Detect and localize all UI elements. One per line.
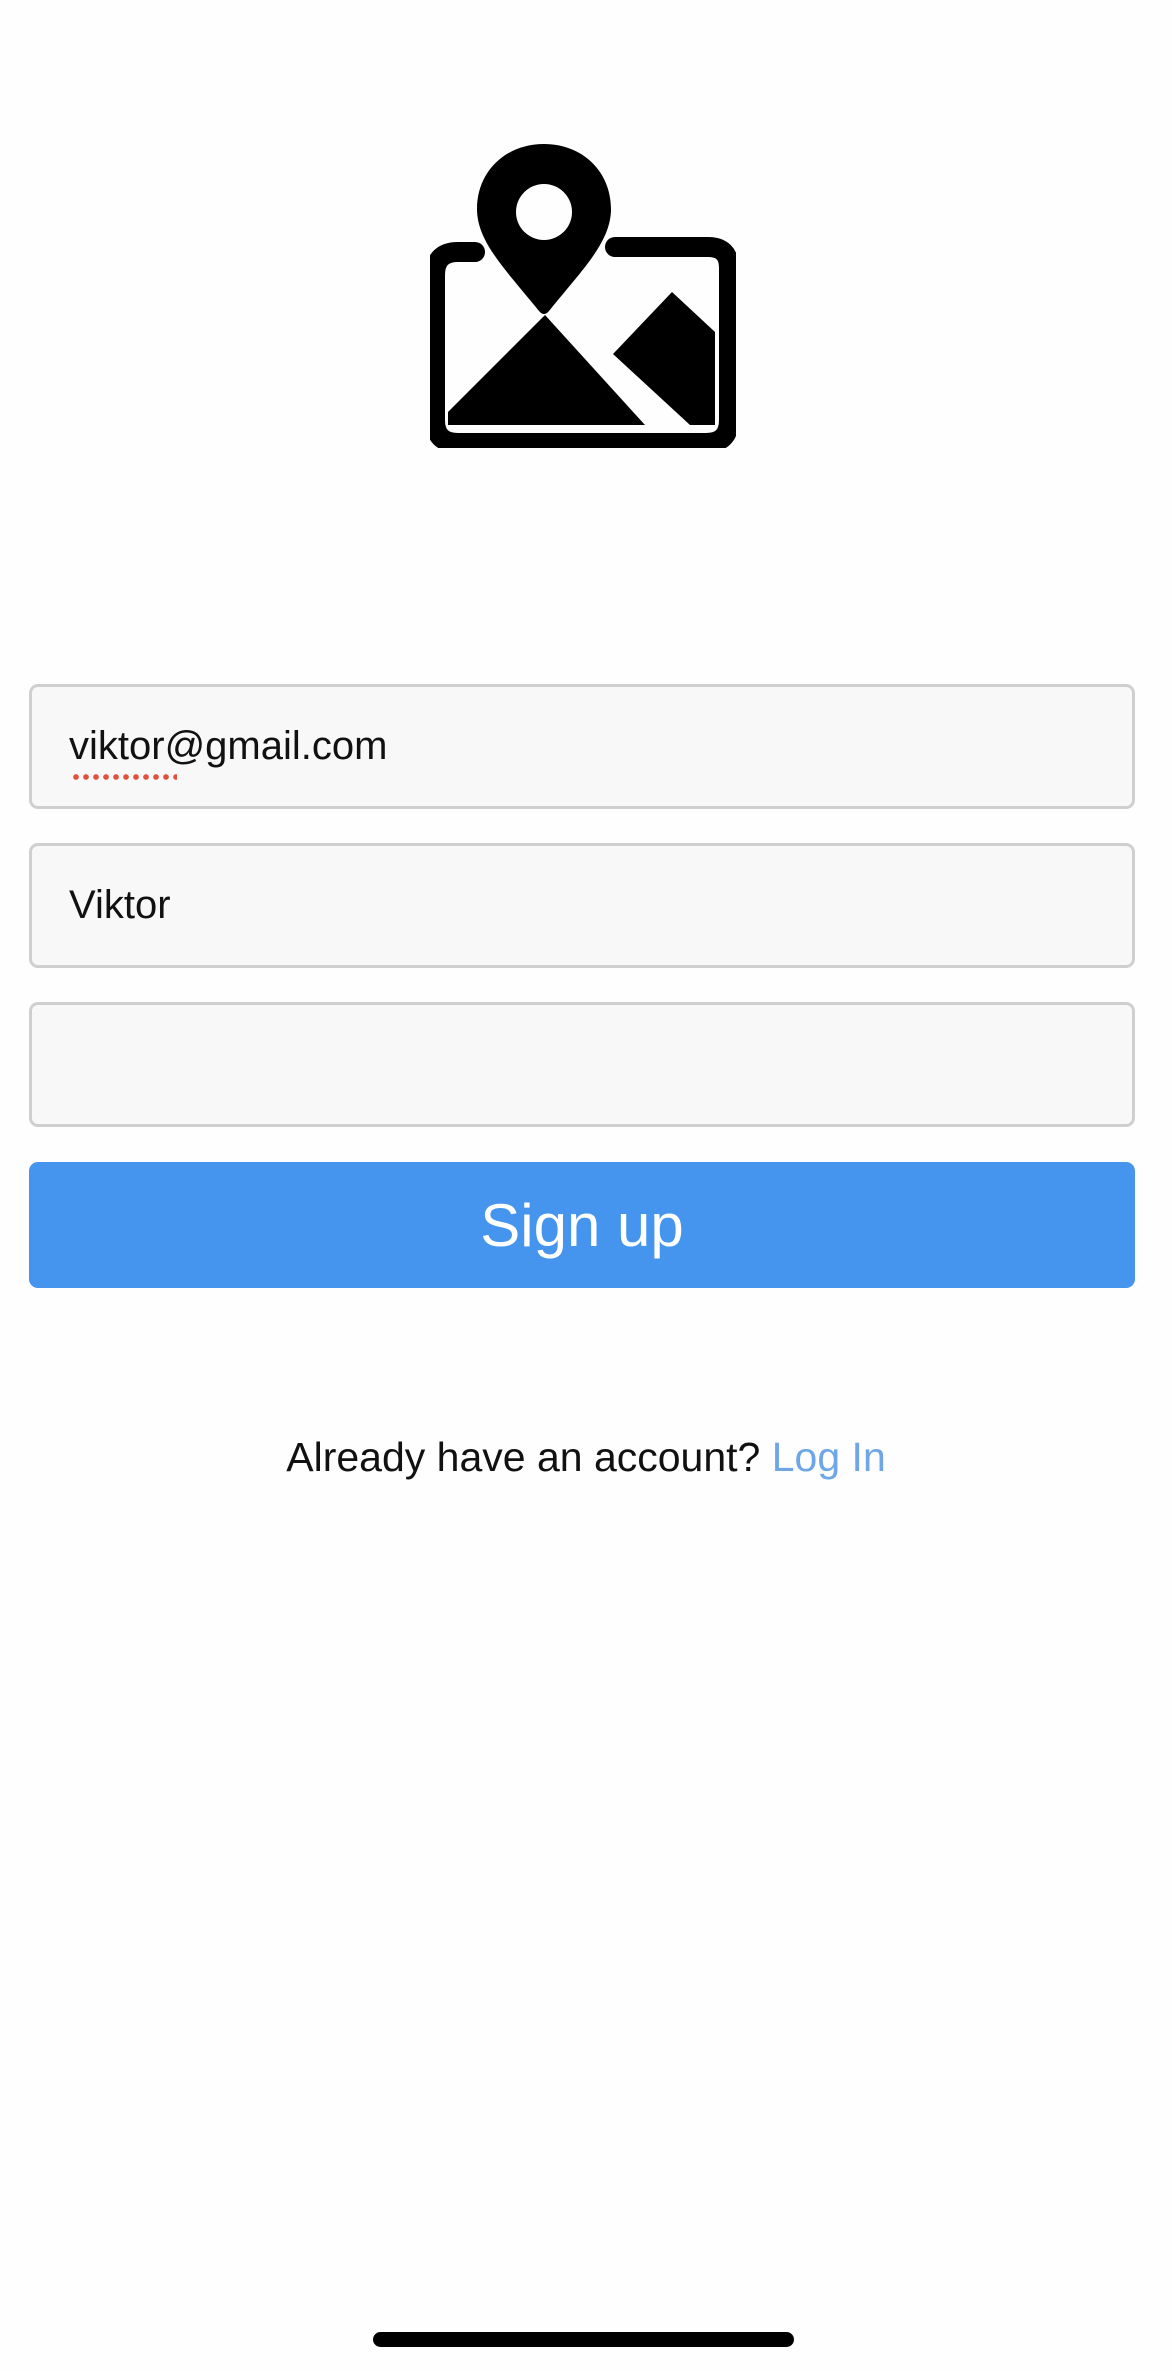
map-pin-picture-icon xyxy=(430,142,736,448)
login-link[interactable]: Log In xyxy=(772,1434,886,1480)
home-indicator xyxy=(373,2332,794,2347)
password-field[interactable] xyxy=(29,1002,1135,1127)
login-prompt-text: Already have an account? xyxy=(286,1434,772,1480)
spellcheck-underline xyxy=(71,774,177,780)
login-prompt: Already have an account? Log In xyxy=(0,1434,1172,1481)
password-input[interactable] xyxy=(69,1042,1132,1087)
name-input[interactable] xyxy=(69,883,1132,928)
name-field[interactable] xyxy=(29,843,1135,968)
signup-screen: Sign up Already have an account? Log In xyxy=(0,0,1172,2371)
sign-up-button[interactable]: Sign up xyxy=(29,1162,1135,1288)
email-field[interactable] xyxy=(29,684,1135,809)
email-input[interactable] xyxy=(69,724,1132,769)
email-input-wrapper xyxy=(69,724,1132,780)
